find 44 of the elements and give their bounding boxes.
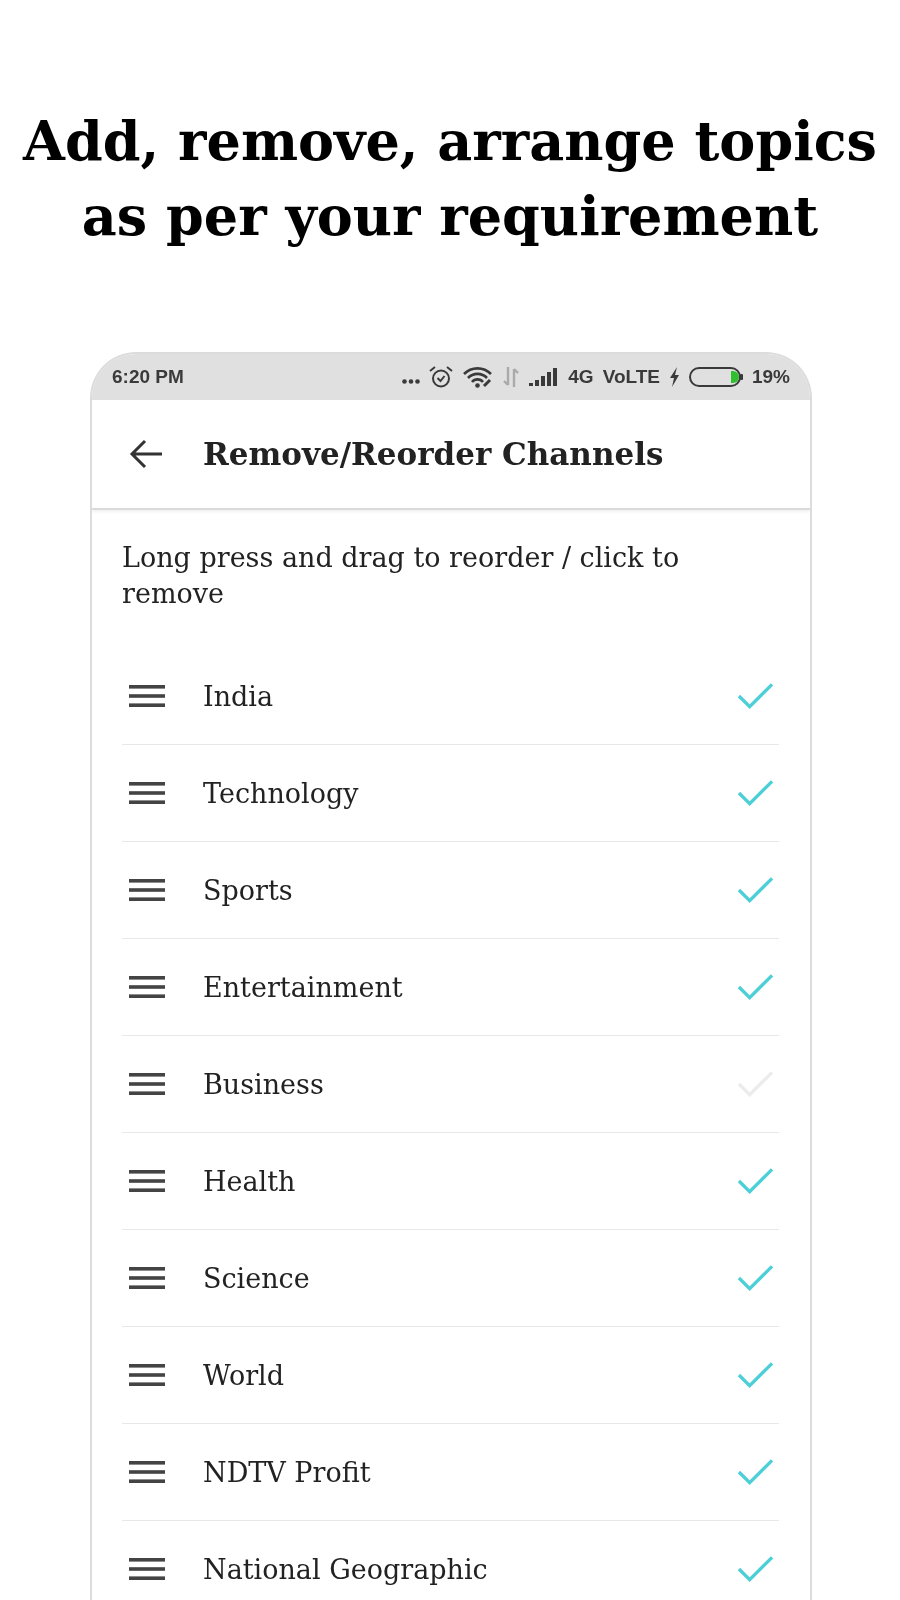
- channel-name: Science: [203, 1262, 310, 1294]
- check-icon[interactable]: [737, 876, 774, 904]
- drag-handle-icon[interactable]: [129, 1267, 165, 1289]
- signal-bars-icon: [529, 368, 560, 386]
- check-icon[interactable]: [737, 779, 774, 807]
- battery-percent: 19%: [751, 366, 790, 388]
- drag-handle-icon[interactable]: [129, 685, 165, 707]
- check-icon[interactable]: [737, 1458, 774, 1486]
- data-arrows-icon: [502, 367, 521, 387]
- drag-handle-icon[interactable]: [129, 976, 165, 998]
- more-dots-icon: [402, 378, 421, 384]
- instruction-text: Long press and drag to reorder / click to remove: [122, 541, 681, 611]
- drag-handle-icon[interactable]: [129, 782, 165, 804]
- drag-handle-icon[interactable]: [129, 1364, 165, 1386]
- channel-name: Health: [203, 1165, 296, 1197]
- headline: Add, remove, arrange topics as per your requirement: [21, 108, 878, 250]
- back-arrow-icon[interactable]: [129, 439, 163, 469]
- drag-handle-icon[interactable]: [129, 1073, 165, 1095]
- battery-icon: [688, 367, 743, 387]
- drag-handle-icon[interactable]: [129, 1461, 165, 1483]
- status-time: 6:20 PM: [112, 366, 184, 388]
- channel-name: Technology: [203, 777, 359, 809]
- volte-label: VoLTE: [602, 366, 660, 388]
- check-icon[interactable]: [737, 1555, 774, 1583]
- channel-name: Sports: [203, 874, 293, 906]
- wifi-icon: [462, 366, 494, 388]
- check-icon[interactable]: [737, 1361, 774, 1389]
- check-icon[interactable]: [737, 973, 774, 1001]
- drag-handle-icon[interactable]: [129, 879, 165, 901]
- drag-handle-icon[interactable]: [129, 1558, 165, 1580]
- channel-name: World: [203, 1359, 284, 1391]
- alarm-clock-icon: [429, 366, 454, 388]
- channel-name: Business: [203, 1068, 324, 1100]
- charging-bolt-icon: [668, 367, 680, 387]
- network-type: 4G: [568, 366, 594, 388]
- check-icon[interactable]: [737, 1264, 774, 1292]
- check-icon[interactable]: [737, 1167, 774, 1195]
- screen-title: Remove/Reorder Channels: [203, 436, 664, 472]
- channel-name: National Geographic: [203, 1553, 488, 1585]
- check-icon[interactable]: [737, 682, 774, 710]
- channel-name: India: [203, 680, 274, 712]
- drag-handle-icon[interactable]: [129, 1170, 165, 1192]
- channel-name: Entertainment: [203, 971, 403, 1003]
- channel-name: NDTV Profit: [203, 1456, 371, 1488]
